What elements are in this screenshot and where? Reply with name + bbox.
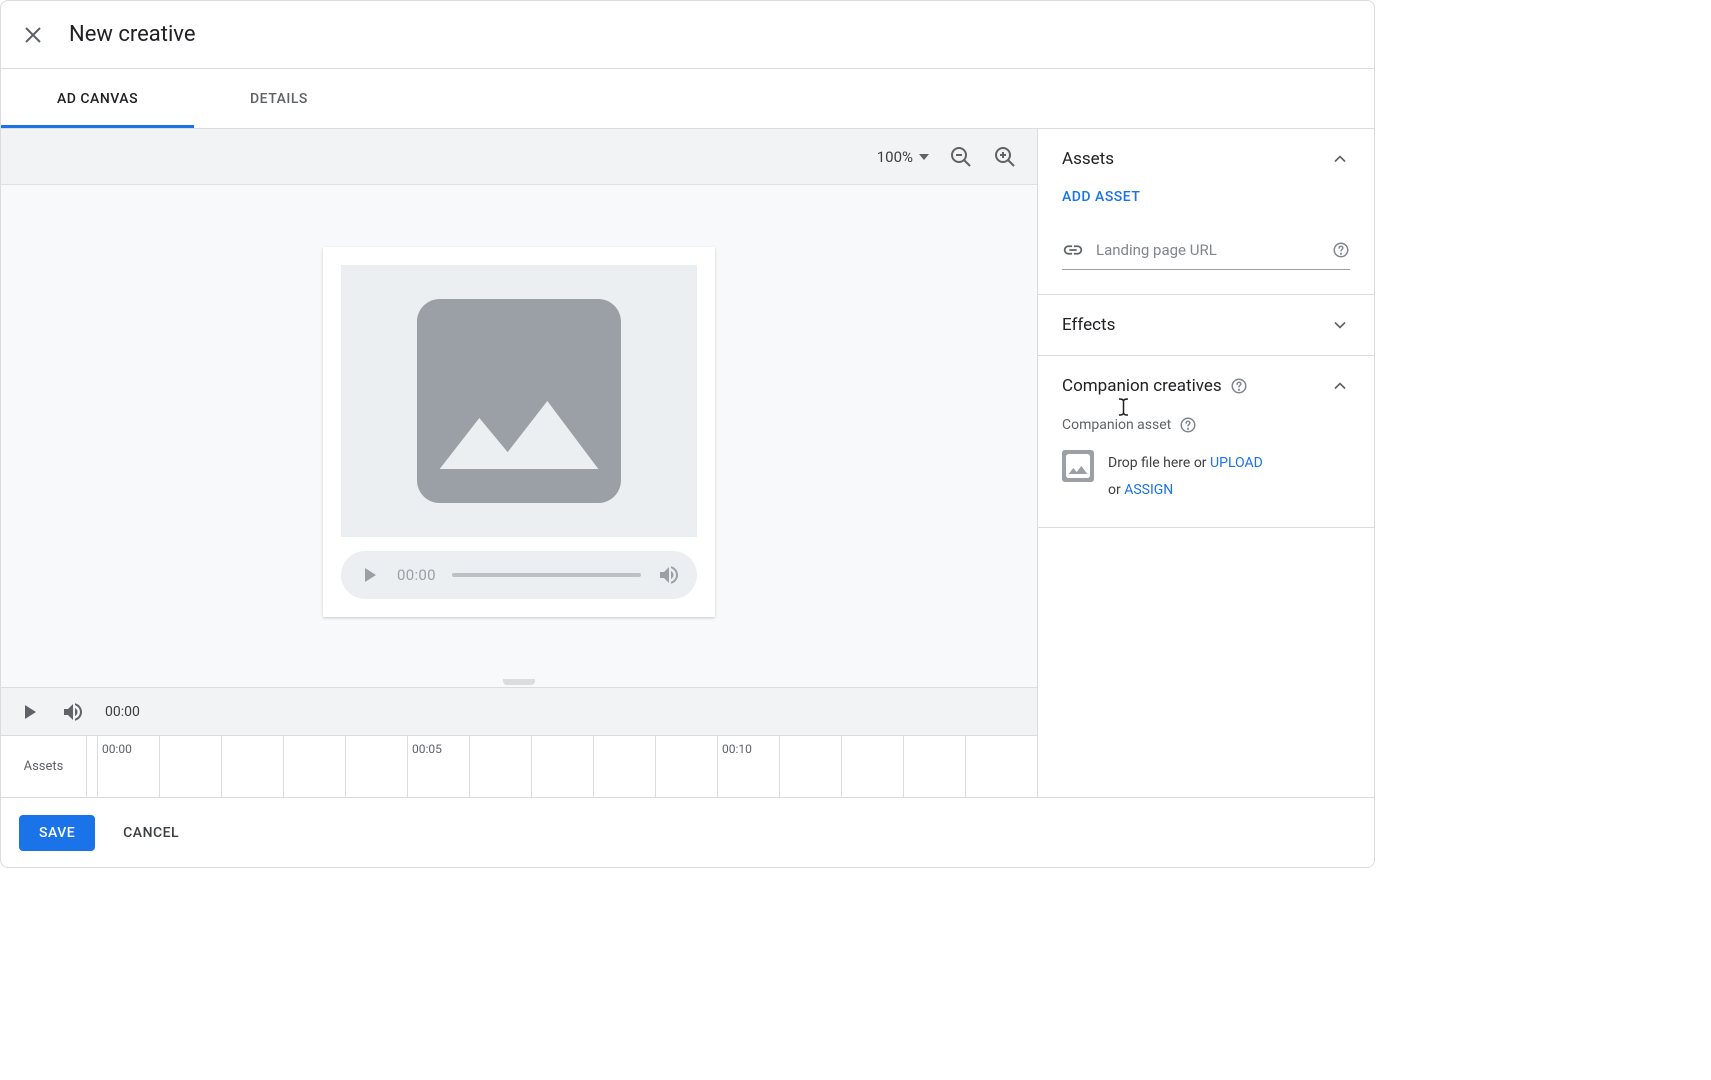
sidebar-content-assets: ADD ASSET bbox=[1038, 189, 1374, 294]
close-icon[interactable] bbox=[21, 23, 45, 47]
sidebar-section-effects: Effects bbox=[1038, 295, 1374, 356]
assign-link[interactable]: ASSIGN bbox=[1124, 482, 1173, 498]
canvas-area[interactable]: 00:00 bbox=[1, 185, 1037, 679]
sidebar-header-effects[interactable]: Effects bbox=[1038, 295, 1374, 355]
ruler-tick bbox=[283, 736, 284, 797]
ruler-tick bbox=[469, 736, 470, 797]
image-placeholder-icon bbox=[1062, 450, 1094, 482]
timeline-area: Assets 00:00 00:05 00:10 bbox=[1, 735, 1037, 797]
ruler-tick bbox=[655, 736, 656, 797]
help-icon[interactable] bbox=[1179, 416, 1197, 434]
timeline-ruler[interactable]: 00:00 00:05 00:10 bbox=[87, 736, 1037, 797]
page-title: New creative bbox=[69, 22, 195, 47]
ruler-tick: 00:10 bbox=[717, 736, 718, 797]
ruler-tick bbox=[345, 736, 346, 797]
timeline-track-label: Assets bbox=[1, 736, 87, 797]
save-button[interactable]: SAVE bbox=[19, 815, 95, 851]
companion-drop-zone[interactable]: Drop file here or UPLOAD or ASSIGN bbox=[1062, 450, 1350, 503]
sidebar-title-companion: Companion creatives bbox=[1062, 376, 1248, 396]
play-icon[interactable] bbox=[357, 563, 381, 587]
dropdown-caret-icon bbox=[919, 154, 929, 160]
ruler-tick bbox=[221, 736, 222, 797]
ruler-tick bbox=[965, 736, 966, 797]
sidebar-header-companion[interactable]: Companion creatives bbox=[1038, 356, 1374, 416]
canvas-column: 100% bbox=[1, 129, 1038, 797]
ruler-tick bbox=[779, 736, 780, 797]
footer: SAVE CANCEL bbox=[1, 797, 1374, 867]
add-asset-button[interactable]: ADD ASSET bbox=[1062, 189, 1350, 205]
panel-resize-handle[interactable] bbox=[1, 679, 1037, 687]
sidebar-title-assets: Assets bbox=[1062, 149, 1114, 169]
chevron-down-icon bbox=[1330, 315, 1350, 335]
sidebar-header-assets[interactable]: Assets bbox=[1038, 129, 1374, 189]
sidebar: Assets ADD ASSET bbox=[1038, 129, 1374, 797]
chevron-up-icon bbox=[1330, 149, 1350, 169]
preview-player: 00:00 bbox=[341, 551, 697, 599]
sidebar-content-companion: Companion asset Drop file here or UPLOAD… bbox=[1038, 416, 1374, 527]
landing-url-row bbox=[1062, 239, 1350, 270]
ruler-tick: 00:05 bbox=[407, 736, 408, 797]
sidebar-title-effects: Effects bbox=[1062, 315, 1115, 335]
ruler-tick bbox=[531, 736, 532, 797]
sidebar-section-companion: Companion creatives Companion asset bbox=[1038, 356, 1374, 528]
timeline-volume-icon[interactable] bbox=[61, 700, 85, 724]
body: 100% bbox=[1, 129, 1374, 797]
preview-time: 00:00 bbox=[397, 566, 436, 584]
upload-link[interactable]: UPLOAD bbox=[1210, 455, 1263, 471]
chevron-up-icon bbox=[1330, 376, 1350, 396]
help-icon[interactable] bbox=[1332, 241, 1350, 259]
ruler-tick bbox=[593, 736, 594, 797]
tab-details[interactable]: DETAILS bbox=[194, 69, 364, 128]
ruler-tick: 00:00 bbox=[97, 736, 98, 797]
zoom-out-icon[interactable] bbox=[949, 145, 973, 169]
app-window: New creative AD CANVAS DETAILS 100% bbox=[0, 0, 1375, 868]
zoom-level-text: 100% bbox=[877, 148, 913, 166]
preview-image-placeholder bbox=[341, 265, 697, 537]
canvas-toolbar: 100% bbox=[1, 129, 1037, 185]
drop-text: Drop file here or UPLOAD or ASSIGN bbox=[1108, 450, 1263, 503]
header: New creative bbox=[1, 1, 1374, 69]
cancel-button[interactable]: CANCEL bbox=[123, 825, 179, 841]
landing-url-input[interactable] bbox=[1096, 241, 1320, 259]
ruler-tick bbox=[159, 736, 160, 797]
timeline-toolbar: 00:00 bbox=[1, 687, 1037, 735]
zoom-level-dropdown[interactable]: 100% bbox=[877, 148, 929, 166]
tab-ad-canvas[interactable]: AD CANVAS bbox=[1, 69, 194, 128]
preview-card: 00:00 bbox=[323, 247, 715, 617]
help-icon[interactable] bbox=[1230, 377, 1248, 395]
sidebar-section-assets: Assets ADD ASSET bbox=[1038, 129, 1374, 295]
zoom-in-icon[interactable] bbox=[993, 145, 1017, 169]
ruler-tick bbox=[841, 736, 842, 797]
ruler-tick bbox=[903, 736, 904, 797]
tabs: AD CANVAS DETAILS bbox=[1, 69, 1374, 129]
text-cursor-icon bbox=[1118, 398, 1129, 416]
companion-asset-label: Companion asset bbox=[1062, 416, 1350, 434]
timeline-current-time: 00:00 bbox=[105, 704, 140, 720]
link-icon bbox=[1062, 239, 1084, 261]
preview-scrubber[interactable] bbox=[452, 573, 641, 577]
volume-icon[interactable] bbox=[657, 563, 681, 587]
timeline-play-icon[interactable] bbox=[17, 700, 41, 724]
